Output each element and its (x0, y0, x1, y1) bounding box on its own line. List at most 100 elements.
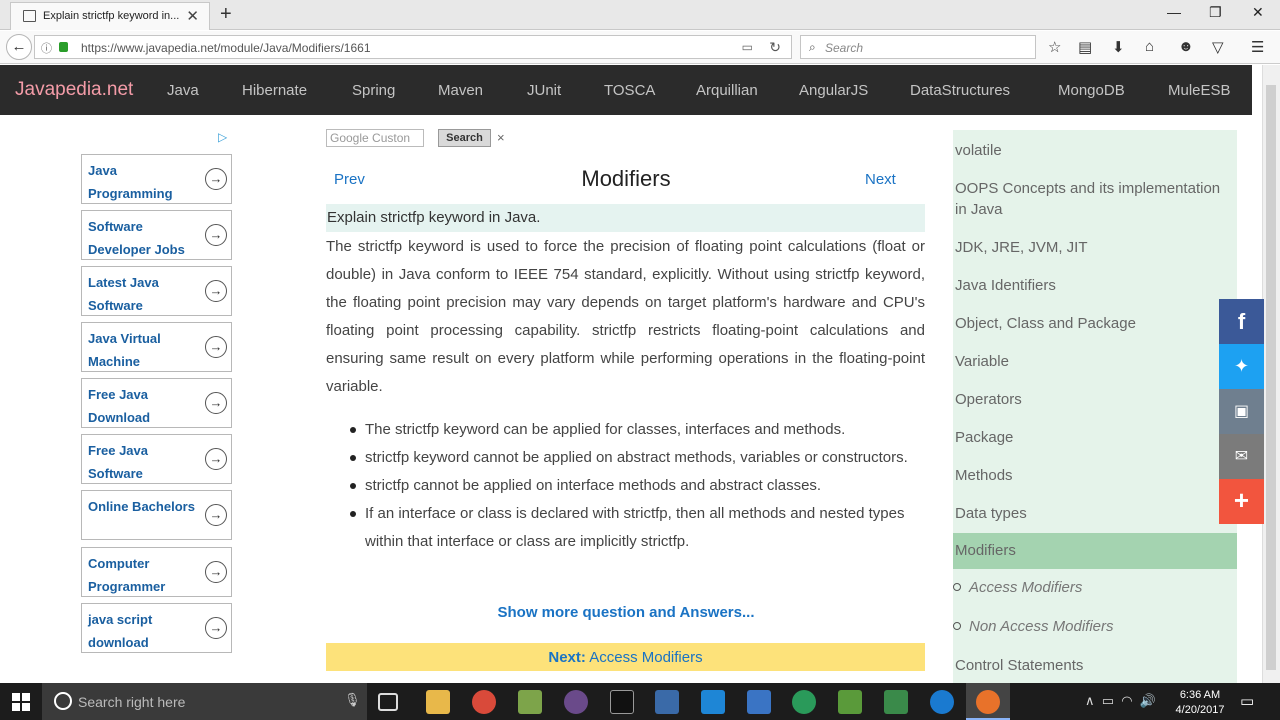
prev-link[interactable]: Prev (334, 171, 365, 188)
ad-link[interactable]: Free Java Software → (81, 434, 232, 484)
pocket-icon[interactable]: ▽ (1212, 38, 1224, 56)
sidebar-item[interactable]: Methods (955, 465, 1235, 486)
custom-search-input[interactable]: Google Custon (326, 129, 424, 147)
file-explorer-icon[interactable] (426, 690, 450, 714)
nav-angularjs[interactable]: AngularJS (799, 82, 868, 99)
twitter-share-icon[interactable]: ✦ (1219, 344, 1264, 389)
nav-maven[interactable]: Maven (438, 82, 483, 99)
ad-link[interactable]: Latest Java Software → (81, 266, 232, 316)
ad-link[interactable]: java script download → (81, 603, 232, 653)
notification-icon[interactable]: ▭ (1240, 692, 1254, 710)
more-share-icon[interactable]: + (1219, 479, 1264, 524)
sidebar-item[interactable]: Variable (955, 351, 1235, 372)
bookmark-star-icon[interactable]: ☆ (1048, 38, 1061, 56)
sidebar-item[interactable]: JDK, JRE, JVM, JIT (955, 237, 1235, 258)
info-icon[interactable]: ⓘ (41, 40, 52, 56)
close-tab-icon[interactable]: ✕ (186, 7, 199, 25)
search-placeholder: Search (825, 41, 864, 55)
sidebar-item[interactable]: volatile (955, 140, 1235, 161)
nav-muleesb[interactable]: MuleESB (1168, 82, 1231, 99)
show-more-link[interactable]: Show more question and Answers... (326, 604, 926, 621)
sidebar-item-active[interactable]: Modifiers (953, 533, 1237, 569)
nav-arquillian[interactable]: Arquillian (696, 82, 758, 99)
address-bar[interactable]: ⓘ https://www.javapedia.net/module/Java/… (34, 35, 792, 59)
circle-bullet-icon (953, 583, 961, 591)
nav-tosca[interactable]: TOSCA (604, 82, 655, 99)
cortana-icon (54, 692, 72, 710)
ad-link[interactable]: Online Bachelors → (81, 490, 232, 540)
chrome-icon[interactable] (472, 690, 496, 714)
list-item: If an interface or class is declared wit… (348, 500, 908, 556)
custom-search-button[interactable]: Search (438, 129, 491, 147)
browser-search-input[interactable]: ⌕ Search (800, 35, 1036, 59)
email-icon[interactable]: ✉ (1219, 434, 1264, 479)
system-tray[interactable]: ∧ ▭ ◠ 🔊 (1085, 693, 1156, 709)
minimize-icon[interactable]: — (1167, 4, 1181, 20)
scrollbar-thumb[interactable] (1266, 85, 1276, 670)
nav-datastructures[interactable]: DataStructures (910, 82, 1010, 99)
clock-time: 6:36 AM (1179, 689, 1221, 701)
facebook-share-icon[interactable]: f (1219, 299, 1264, 344)
nav-spring[interactable]: Spring (352, 82, 395, 99)
menu-icon[interactable]: ☰ (1251, 38, 1264, 56)
clear-search-icon[interactable]: × (497, 130, 505, 145)
arrow-right-icon: → (205, 280, 227, 302)
taskbar-search-placeholder: Search right here (78, 694, 186, 710)
nav-junit[interactable]: JUnit (527, 82, 561, 99)
app-icon[interactable] (884, 690, 908, 714)
ad-link[interactable]: Computer Programmer → (81, 547, 232, 597)
nav-mongodb[interactable]: MongoDB (1058, 82, 1125, 99)
reader-view-icon[interactable]: ▭ (742, 40, 753, 54)
windows-start-icon[interactable] (12, 693, 30, 711)
ad-link[interactable]: Java Virtual Machine → (81, 322, 232, 372)
app-icon[interactable] (655, 690, 679, 714)
app-icon[interactable] (701, 690, 725, 714)
app-icon[interactable] (792, 690, 816, 714)
sidebar-item[interactable]: Package (955, 427, 1235, 448)
close-window-icon[interactable]: ✕ (1252, 4, 1264, 21)
sidebar-item[interactable]: Object, Class and Package (955, 313, 1235, 334)
app-icon[interactable] (838, 690, 862, 714)
app-icon[interactable] (518, 690, 542, 714)
sidebar-item[interactable]: Operators (955, 389, 1235, 410)
firefox-taskbar-item[interactable] (966, 683, 1010, 720)
download-icon[interactable]: ⬇ (1112, 38, 1125, 56)
site-brand[interactable]: Javapedia.net (15, 79, 133, 101)
task-view-icon[interactable] (378, 693, 398, 711)
back-button[interactable]: ← (6, 34, 32, 60)
site-nav: Javapedia.net Java Hibernate Spring Mave… (0, 65, 1252, 115)
microphone-icon[interactable]: 🎙 (344, 692, 361, 708)
ad-link-label: java script download (88, 612, 153, 650)
taskbar-clock[interactable]: 6:36 AM 4/20/2017 (1168, 688, 1232, 718)
sidebar-subitem[interactable]: Non Access Modifiers (953, 618, 1114, 635)
next-link[interactable]: Next (865, 171, 896, 188)
ad-link-label: Latest Java Software (88, 275, 159, 313)
terminal-icon[interactable] (610, 690, 634, 714)
print-icon[interactable]: ▣ (1219, 389, 1264, 434)
browser-tab[interactable]: Explain strictfp keyword in... ✕ (10, 2, 210, 30)
nav-hibernate[interactable]: Hibernate (242, 82, 307, 99)
url-text[interactable]: https://www.javapedia.net/module/Java/Mo… (81, 41, 371, 55)
eclipse-icon[interactable] (564, 690, 588, 714)
ad-link[interactable]: Free Java Download → (81, 378, 232, 428)
reading-list-icon[interactable]: ▤ (1078, 38, 1092, 56)
next-question-link[interactable]: Access Modifiers (589, 649, 702, 666)
ad-link[interactable]: Software Developer Jobs → (81, 210, 232, 260)
new-tab-button[interactable]: + (220, 3, 232, 26)
home-icon[interactable]: ⌂ (1145, 38, 1154, 55)
taskbar-search[interactable]: Search right here 🎙 (42, 683, 367, 720)
sidebar-subitem[interactable]: Access Modifiers (953, 579, 1082, 596)
reload-icon[interactable]: ↻ (769, 39, 781, 56)
nav-java[interactable]: Java (167, 82, 199, 99)
sidebar-item[interactable]: Java Identifiers (955, 275, 1235, 296)
sidebar-item[interactable]: Control Statements (955, 655, 1235, 676)
ad-link[interactable]: Java Programming → (81, 154, 232, 204)
visual-studio-icon[interactable] (747, 690, 771, 714)
question-heading: Explain strictfp keyword in Java. (326, 204, 925, 232)
sidebar-item[interactable]: Data types (955, 503, 1235, 524)
adchoices-icon[interactable]: ▷ (218, 130, 227, 144)
edge-icon[interactable] (930, 690, 954, 714)
chat-icon[interactable]: ☻ (1178, 38, 1194, 55)
maximize-icon[interactable]: ❐ (1209, 4, 1222, 21)
sidebar-item[interactable]: OOPS Concepts and its implementation in … (955, 178, 1235, 220)
